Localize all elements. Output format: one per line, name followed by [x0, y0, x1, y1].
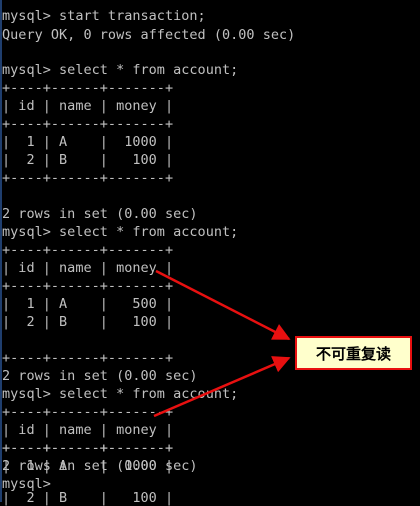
- terminal-line: 2 rows in set (0.00 sec): [2, 458, 198, 474]
- terminal-line: mysql> select * from account;: [2, 386, 239, 402]
- terminal-line: +----+------+-------+: [2, 242, 174, 258]
- terminal-line: | id | name | money |: [2, 422, 174, 438]
- terminal-line: +----+------+-------+: [2, 404, 174, 420]
- terminal-line: 2 rows in set (0.00 sec): [2, 368, 198, 384]
- annotation-label: 不可重复读: [295, 336, 412, 370]
- terminal-line: 2 rows in set (0.00 sec): [2, 206, 198, 222]
- terminal-line: +----+------+-------+: [2, 440, 174, 456]
- terminal-line: Query OK, 0 rows affected (0.00 sec): [2, 27, 296, 43]
- terminal-line: | id | name | money |: [2, 98, 174, 114]
- terminal-line: +----+------+-------+: [2, 170, 174, 186]
- terminal-line: mysql> select * from account;: [2, 224, 239, 240]
- terminal-line: | 1 | A | 500 |: [2, 296, 174, 312]
- terminal-line: +----+------+-------+: [2, 278, 174, 294]
- terminal-line: | id | name | money |: [2, 260, 174, 276]
- terminal-window[interactable]: mysql> start transaction; Query OK, 0 row…: [0, 0, 420, 506]
- terminal-line: mysql> select * from account;: [2, 62, 239, 78]
- terminal-line: mysql> start transaction;: [2, 8, 206, 24]
- terminal-line: mysql>: [2, 476, 51, 492]
- terminal-line: | 2 | B | 100 |: [2, 152, 174, 168]
- terminal-line: +----+------+-------+: [2, 116, 174, 132]
- terminal-line: | 1 | A | 1000 |: [2, 134, 174, 150]
- terminal-line: | 2 | B | 100 |: [2, 314, 174, 330]
- terminal-line: | 2 | B | 100 |: [2, 490, 174, 506]
- terminal-line: +----+------+-------+: [2, 80, 174, 96]
- terminal-line: +----+------+-------+: [2, 350, 174, 366]
